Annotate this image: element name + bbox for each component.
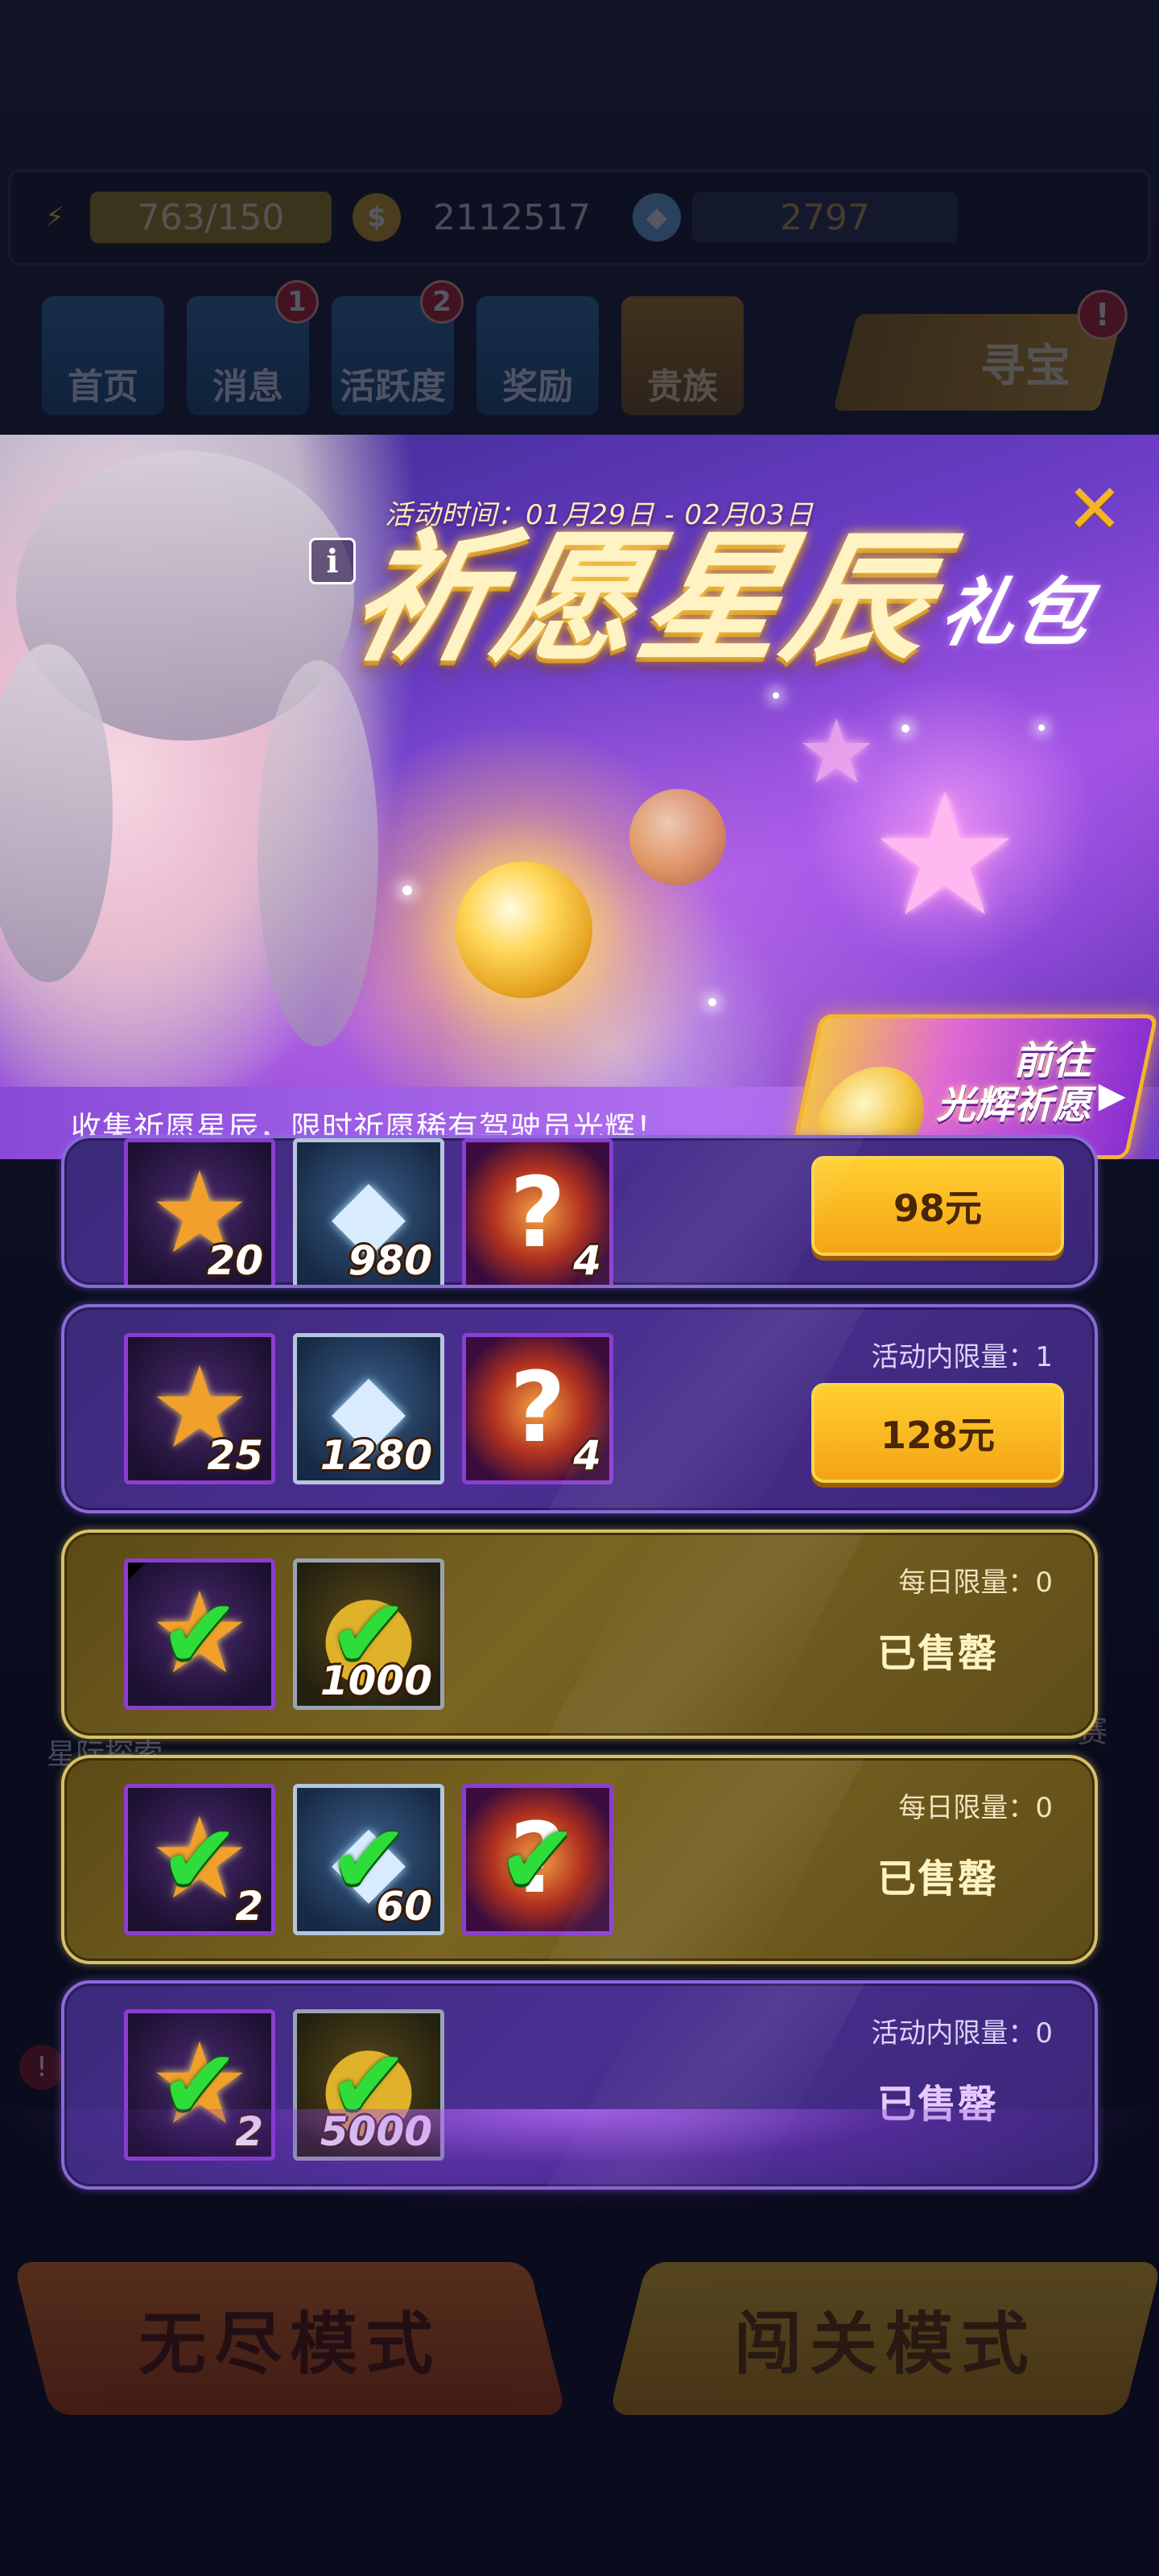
popup-bottom-glow	[0, 2109, 1159, 2206]
event-title: 祈愿星辰 礼包	[336, 516, 1099, 681]
corner-marker	[128, 1563, 146, 1580]
gift-pack: ★ 20 ◆ 980 ? 4 98元	[61, 1135, 1098, 1288]
gift-pack-list: ★ 20 ◆ 980 ? 4 98元 ★ 25 ◆ 1280 ? 4 活动内限量…	[61, 1135, 1098, 2206]
purchase-limit: 每日限量：0	[898, 1792, 1053, 1824]
purchase-limit: 活动内限量：0	[871, 2017, 1053, 2050]
checkmark-icon: ✔	[159, 1578, 241, 1690]
item-quantity: 1000	[320, 1657, 432, 1704]
wish-star-orb	[456, 861, 592, 998]
mystery-orb-item[interactable]: ? ✔	[462, 1784, 613, 1935]
diamond-item[interactable]: ◆ 1280	[293, 1333, 444, 1484]
chevron-right-icon: ▶	[1098, 1075, 1126, 1116]
goto-label-line2: 光辉祈愿	[936, 1083, 1091, 1129]
item-quantity: 60	[376, 1883, 432, 1930]
star-shard-icon: ★	[797, 700, 876, 803]
sold-out-label: 已售罄	[876, 1631, 998, 1676]
item-quantity: 2	[235, 1883, 263, 1930]
gift-pack: ★ 25 ◆ 1280 ? 4 活动内限量：1 128元	[61, 1304, 1098, 1513]
goto-wish-label: 前往 光辉祈愿	[936, 1038, 1091, 1129]
mystery-orb-item[interactable]: ? 4	[462, 1138, 613, 1285]
wish-star-gift-popup: ★ ★ 活动时间：01月29日 - 02月03日 i ✕ 祈愿星辰 礼包 收集祈…	[0, 435, 1159, 2206]
star-shard-item[interactable]: ★ ✔	[124, 1558, 275, 1710]
star-shard-item[interactable]: ★ ✔ 2	[124, 1784, 275, 1935]
diamond-item[interactable]: ◆ 980	[293, 1138, 444, 1285]
item-quantity: 25	[207, 1432, 263, 1479]
item-quantity: 20	[207, 1237, 263, 1284]
buy-button[interactable]: 98元	[811, 1156, 1064, 1256]
item-quantity: 980	[348, 1237, 432, 1284]
goto-label-line1: 前往	[1013, 1038, 1091, 1084]
gift-pack: ★ ✔ ● ✔ 1000 每日限量：0 已售罄	[61, 1530, 1098, 1739]
info-icon[interactable]: i	[309, 538, 356, 584]
event-title-sub: 礼包	[932, 570, 1099, 656]
purchase-limit: 活动内限量：1	[871, 1341, 1053, 1373]
small-planet-orb	[629, 789, 726, 886]
star-shard-item[interactable]: ★ 25	[124, 1333, 275, 1484]
item-quantity: 1280	[320, 1432, 432, 1479]
gold-coin-item[interactable]: ● ✔ 1000	[293, 1558, 444, 1710]
event-banner: ★ ★ 活动时间：01月29日 - 02月03日 i ✕ 祈愿星辰 礼包 收集祈…	[0, 435, 1159, 1159]
pack-items: ★ 20 ◆ 980 ? 4	[124, 1138, 613, 1285]
mystery-orb-item[interactable]: ? 4	[462, 1333, 613, 1484]
gift-pack: ★ ✔ 2 ◆ ✔ 60 ? ✔ 每日限量：0 已售罄	[61, 1755, 1098, 1964]
diamond-item[interactable]: ◆ ✔ 60	[293, 1784, 444, 1935]
star-shard-icon: ★	[869, 757, 1021, 954]
item-quantity: 4	[573, 1237, 601, 1284]
checkmark-icon: ✔	[497, 1803, 579, 1916]
pack-items: ★ 25 ◆ 1280 ? 4	[124, 1333, 613, 1484]
star-shard-item[interactable]: ★ 20	[124, 1138, 275, 1285]
sold-out-label: 已售罄	[876, 1856, 998, 1901]
pack-items: ★ ✔ ● ✔ 1000	[124, 1558, 444, 1710]
buy-button[interactable]: 128元	[811, 1383, 1064, 1483]
purchase-limit: 每日限量：0	[898, 1567, 1053, 1599]
event-title-main: 祈愿星辰	[336, 516, 951, 681]
pack-items: ★ ✔ 2 ◆ ✔ 60 ? ✔	[124, 1784, 613, 1935]
item-quantity: 4	[573, 1432, 601, 1479]
